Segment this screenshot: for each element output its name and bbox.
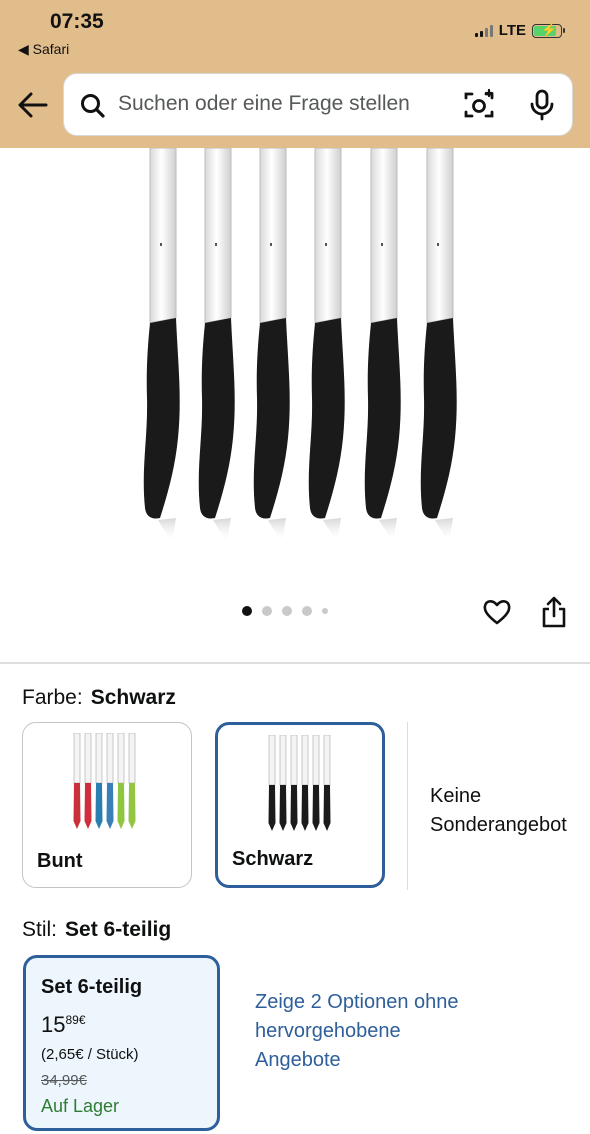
mini-knife-handle	[128, 783, 136, 829]
mini-knife-blade	[73, 733, 81, 784]
more-options-link[interactable]: Zeige 2 Optionen ohne hervorgehobene Ang…	[255, 988, 465, 1075]
mini-knife-blade	[84, 733, 92, 784]
mini-knife-handle	[323, 785, 331, 831]
mini-knife-blade	[117, 733, 125, 784]
mini-knife-blade	[268, 735, 276, 786]
mini-knife-handle	[279, 785, 287, 831]
heart-icon[interactable]	[482, 597, 512, 627]
back-arrow-icon[interactable]	[16, 88, 50, 122]
mini-knife-blade	[128, 733, 136, 784]
stock-status: Auf Lager	[41, 1096, 120, 1116]
price-fraction: 89	[65, 1013, 79, 1027]
price-whole: 15	[41, 1012, 66, 1037]
carousel-dot[interactable]	[242, 606, 252, 616]
status-time: 07:35	[50, 10, 104, 33]
battery-icon: ⚡	[532, 22, 565, 38]
mini-knife-blade	[106, 733, 114, 784]
mini-knife-handle	[268, 785, 276, 831]
mini-knife-handle	[73, 783, 81, 829]
color-option-label: Bunt	[37, 850, 83, 872]
old-price: 34,99€	[41, 1072, 87, 1089]
back-to-safari[interactable]: ◀ Safari	[18, 41, 69, 58]
color-option-label: Schwarz	[232, 848, 314, 870]
style-heading: Stil: Set 6-teilig	[22, 918, 171, 942]
color-selected-value: Schwarz	[90, 686, 176, 709]
microphone-icon[interactable]	[528, 88, 556, 122]
mini-knife-blade	[301, 735, 309, 786]
color-option-bunt[interactable]: Bunt	[22, 722, 192, 888]
network-label: LTE	[498, 22, 526, 39]
style-selected-value: Set 6-teilig	[65, 918, 172, 941]
price-currency: €	[78, 1013, 86, 1027]
mini-knife-blade	[290, 735, 298, 786]
camera-search-icon[interactable]	[462, 88, 496, 122]
mini-knife-handle	[95, 783, 103, 829]
style-label: Stil:	[22, 918, 58, 941]
color-thumbnail-bunt	[73, 733, 136, 829]
carousel-dot[interactable]	[322, 608, 328, 614]
mini-knife-blade	[312, 735, 320, 786]
vertical-separator	[407, 722, 408, 890]
unit-price: (2,65€ / Stück)	[41, 1046, 139, 1063]
mini-knife-handle	[301, 785, 309, 831]
product-image[interactable]	[0, 148, 590, 573]
no-offers-line: Keine	[430, 785, 482, 807]
style-option-set6[interactable]: Set 6-teilig 1589€ (2,65€ / Stück) 34,99…	[23, 955, 220, 1131]
mini-knife-handle	[106, 783, 114, 829]
mini-knife-blade	[95, 733, 103, 784]
search-bar[interactable]: Suchen oder eine Frage stellen	[63, 73, 573, 136]
carousel-dot[interactable]	[282, 606, 292, 616]
no-offers-line: Sonderangebot	[430, 814, 567, 836]
color-option-schwarz[interactable]: Schwarz	[215, 722, 385, 888]
mini-knife-blade	[279, 735, 287, 786]
mini-knife-blade	[323, 735, 331, 786]
carousel-dot[interactable]	[302, 606, 312, 616]
carousel-dots[interactable]	[242, 606, 328, 616]
header-bar: 07:35 ◀ Safari LTE ⚡ Suchen oder eine Fr…	[0, 0, 590, 148]
search-icon	[81, 94, 105, 118]
status-icons: LTE ⚡	[474, 22, 565, 39]
carousel-dot[interactable]	[262, 606, 272, 616]
style-option-title: Set 6-teilig	[41, 976, 143, 998]
price: 1589€	[41, 1012, 86, 1038]
mini-knife-handle	[117, 783, 125, 829]
share-icon[interactable]	[540, 595, 568, 629]
color-label: Farbe:	[22, 686, 83, 709]
color-thumbnail-schwarz	[268, 735, 331, 831]
mini-knife-handle	[290, 785, 298, 831]
section-divider	[0, 662, 590, 664]
color-heading: Farbe: Schwarz	[22, 686, 176, 710]
signal-icon	[474, 24, 493, 37]
mini-knife-handle	[312, 785, 320, 831]
no-offers-text: Keine Sonderangebot	[430, 782, 567, 840]
mini-knife-handle	[84, 783, 92, 829]
search-input[interactable]: Suchen oder eine Frage stellen	[118, 92, 410, 116]
